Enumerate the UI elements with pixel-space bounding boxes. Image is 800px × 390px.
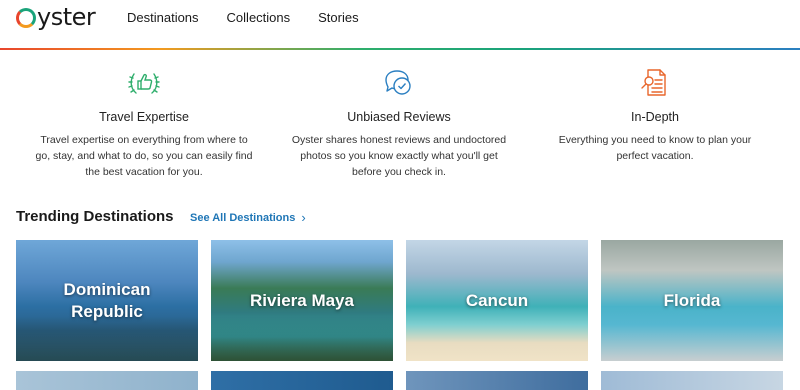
feature-title: Unbiased Reviews [347, 110, 451, 124]
destination-card-florida[interactable]: Florida [601, 240, 783, 361]
oyster-logo[interactable]: yster [16, 3, 96, 31]
document-search-icon [641, 69, 666, 96]
destination-card-partial[interactable] [16, 371, 198, 390]
chat-check-icon [385, 70, 411, 95]
nav-destinations[interactable]: Destinations [127, 10, 199, 25]
feature-title: In-Depth [631, 110, 679, 124]
feature-text: Oyster shares honest reviews and undocto… [291, 134, 507, 178]
thumbs-up-laurel-icon [128, 73, 160, 94]
card-photo-shade [16, 316, 198, 361]
destination-card-riviera-maya[interactable]: Riviera Maya [211, 240, 393, 361]
destination-card-label: Florida [663, 290, 721, 310]
feature-text: Travel expertise on everything from wher… [35, 134, 253, 178]
trending-title: Trending Destinations [16, 208, 174, 225]
see-all-label: See All Destinations [190, 212, 296, 224]
destination-card-partial[interactable] [211, 371, 393, 390]
feature-text: Everything you need to know to plan your… [558, 134, 752, 162]
nav-stories[interactable]: Stories [318, 10, 358, 25]
destination-card-label: Cancun [465, 290, 529, 310]
card-photo-shade [211, 316, 393, 361]
feature-travel-expertise: Travel Expertise Travel expertise on eve… [34, 68, 254, 180]
header-gradient-divider [0, 48, 800, 50]
feature-in-depth: In-Depth Everything you need to know to … [545, 68, 765, 164]
destination-card-partial[interactable] [406, 371, 588, 390]
see-all-destinations-link[interactable]: See All Destinations › [190, 210, 306, 225]
main-nav: Destinations Collections Stories [127, 10, 387, 25]
logo-text: yster [37, 3, 96, 31]
chevron-right-icon: › [301, 210, 306, 225]
destination-card-label: Dominican Republic [63, 279, 151, 321]
feature-unbiased-reviews: Unbiased Reviews Oyster shares honest re… [289, 68, 509, 180]
destination-card-dominican-republic[interactable]: Dominican Republic [16, 240, 198, 361]
destination-card-cancun[interactable]: Cancun [406, 240, 588, 361]
nav-collections[interactable]: Collections [227, 10, 291, 25]
site-header: yster Destinations Collections Stories [0, 0, 800, 48]
destination-card-partial[interactable] [601, 371, 783, 390]
logo-mark-icon [16, 8, 36, 28]
destination-card-label: Riviera Maya [250, 290, 354, 310]
feature-title: Travel Expertise [99, 110, 189, 124]
